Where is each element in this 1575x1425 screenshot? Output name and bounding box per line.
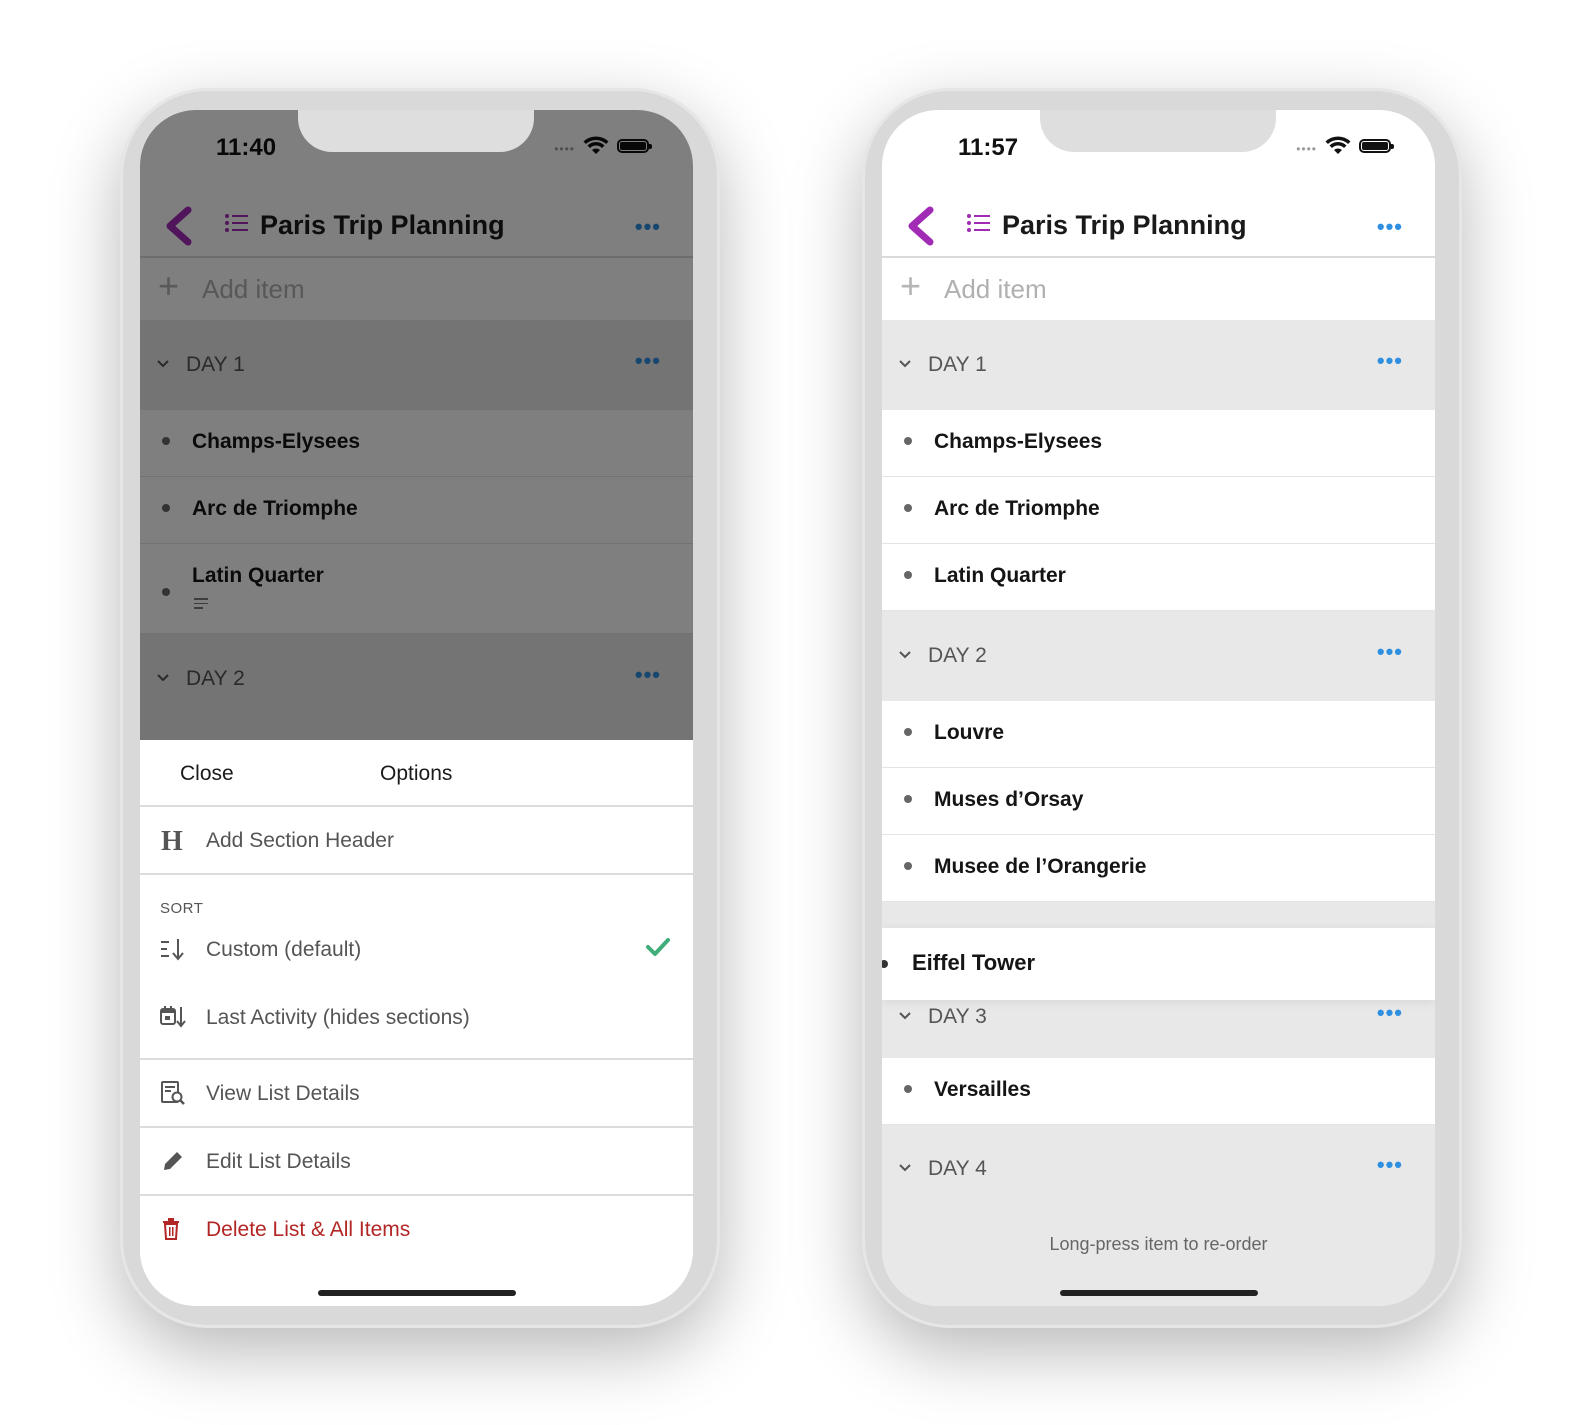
back-chevron-icon[interactable] (904, 204, 938, 248)
reorder-hint: Long-press item to re-order (1049, 1234, 1268, 1254)
edit-list-details-option[interactable]: Edit List Details (140, 1128, 693, 1196)
option-label: View List Details (206, 1082, 360, 1105)
view-details-icon (161, 1081, 185, 1105)
item-label: Champs-Elysees (934, 430, 1103, 453)
option-label: Add Section Header (206, 829, 394, 852)
chevron-down-icon[interactable] (898, 356, 912, 374)
sort-last-activity-option[interactable]: Last Activity (hides sections) (140, 984, 693, 1060)
status-icons: •••• (1296, 136, 1394, 156)
close-button[interactable]: Close (180, 762, 234, 786)
section-day-1[interactable]: DAY 1 ••• (882, 320, 1435, 410)
view-list-details-option[interactable]: View List Details (140, 1060, 693, 1128)
item-label: Musee de l’Orangerie (934, 855, 1147, 878)
list-item[interactable]: Latin Quarter (882, 544, 1435, 611)
battery-icon (1359, 139, 1394, 153)
section-title: DAY 1 (928, 353, 987, 376)
item-label: Eiffel Tower (912, 950, 1036, 975)
heading-icon: H (161, 827, 183, 853)
bullet-icon (904, 437, 912, 445)
bullet-icon (904, 862, 912, 870)
option-label: Custom (default) (206, 938, 362, 961)
page-title: Paris Trip Planning (1002, 210, 1247, 240)
chevron-down-icon[interactable] (898, 647, 912, 665)
options-sheet: Close Options H Add Section Header SORT … (140, 740, 693, 1306)
home-indicator[interactable] (318, 1290, 516, 1296)
list-icon (967, 214, 990, 232)
section-more-icon[interactable]: ••• (1377, 348, 1403, 374)
plus-icon: + (900, 265, 922, 306)
item-label: Versailles (934, 1078, 1031, 1101)
screen-right: 11:57 •••• Paris Trip Planning ••• + Add… (882, 110, 1435, 1306)
bullet-icon (904, 1085, 912, 1093)
sheet-title: Options (380, 762, 453, 785)
more-options-icon[interactable]: ••• (1377, 214, 1403, 240)
trash-icon (163, 1218, 179, 1240)
svg-text:H: H (161, 827, 183, 853)
section-more-icon[interactable]: ••• (1377, 1152, 1403, 1178)
section-more-icon[interactable]: ••• (1377, 639, 1403, 665)
notch (1040, 110, 1276, 152)
screen-left: 11:40 •••• Paris Trip Planning ••• + (140, 110, 693, 1306)
section-title: DAY 4 (928, 1157, 987, 1180)
section-day-4[interactable]: DAY 4 ••• (882, 1125, 1435, 1306)
status-time: 11:57 (958, 134, 1019, 161)
notch (298, 110, 534, 152)
section-title: DAY 3 (928, 1005, 987, 1028)
section-title: DAY 2 (928, 644, 987, 667)
bullet-icon (904, 504, 912, 512)
bullet-icon (882, 960, 888, 968)
add-item-row[interactable]: + Add item (882, 258, 1435, 320)
item-label: Latin Quarter (934, 564, 1066, 587)
wifi-icon (1325, 136, 1351, 154)
delete-list-option[interactable]: Delete List & All Items (140, 1196, 693, 1264)
list-header: Paris Trip Planning ••• (882, 198, 1435, 258)
sheet-header: Close Options (140, 740, 693, 807)
home-indicator[interactable] (1060, 1290, 1258, 1296)
bullet-icon (904, 571, 912, 579)
phone-left: 11:40 •••• Paris Trip Planning ••• + (120, 88, 720, 1328)
phone-right: 11:57 •••• Paris Trip Planning ••• + Add… (862, 88, 1462, 1328)
bullet-icon (904, 728, 912, 736)
chevron-down-icon[interactable] (898, 1008, 912, 1026)
chevron-down-icon[interactable] (898, 1160, 912, 1178)
add-item-input[interactable]: Add item (944, 274, 1047, 305)
item-label: Muses d’Orsay (934, 788, 1084, 811)
list-item[interactable]: Musee de l’Orangerie (882, 835, 1435, 902)
bullet-icon (904, 795, 912, 803)
option-label: Delete List & All Items (206, 1218, 411, 1241)
item-label: Louvre (934, 721, 1005, 744)
add-section-header-option[interactable]: H Add Section Header (140, 807, 693, 875)
calendar-sort-icon (160, 1006, 186, 1028)
signal-icon: •••• (1296, 142, 1317, 156)
sort-label: SORT (160, 900, 204, 917)
section-more-icon[interactable]: ••• (1377, 1000, 1403, 1026)
pencil-icon (164, 1152, 182, 1170)
sort-custom-option[interactable]: Custom (default) (140, 916, 693, 984)
list-item[interactable]: Champs-Elysees (882, 410, 1435, 477)
dragging-item[interactable]: Eiffel Tower (882, 928, 1435, 1000)
list-item[interactable]: Versailles (882, 1058, 1435, 1125)
sort-custom-icon (161, 939, 184, 961)
list-item[interactable]: Louvre (882, 701, 1435, 768)
option-label: Edit List Details (206, 1150, 351, 1173)
checkmark-icon (646, 938, 670, 956)
option-label: Last Activity (hides sections) (206, 1006, 470, 1029)
list-item[interactable]: Arc de Triomphe (882, 477, 1435, 544)
dim-overlay[interactable] (140, 110, 693, 740)
list-item[interactable]: Muses d’Orsay (882, 768, 1435, 835)
item-label: Arc de Triomphe (934, 497, 1100, 520)
section-day-2[interactable]: DAY 2 ••• (882, 611, 1435, 701)
